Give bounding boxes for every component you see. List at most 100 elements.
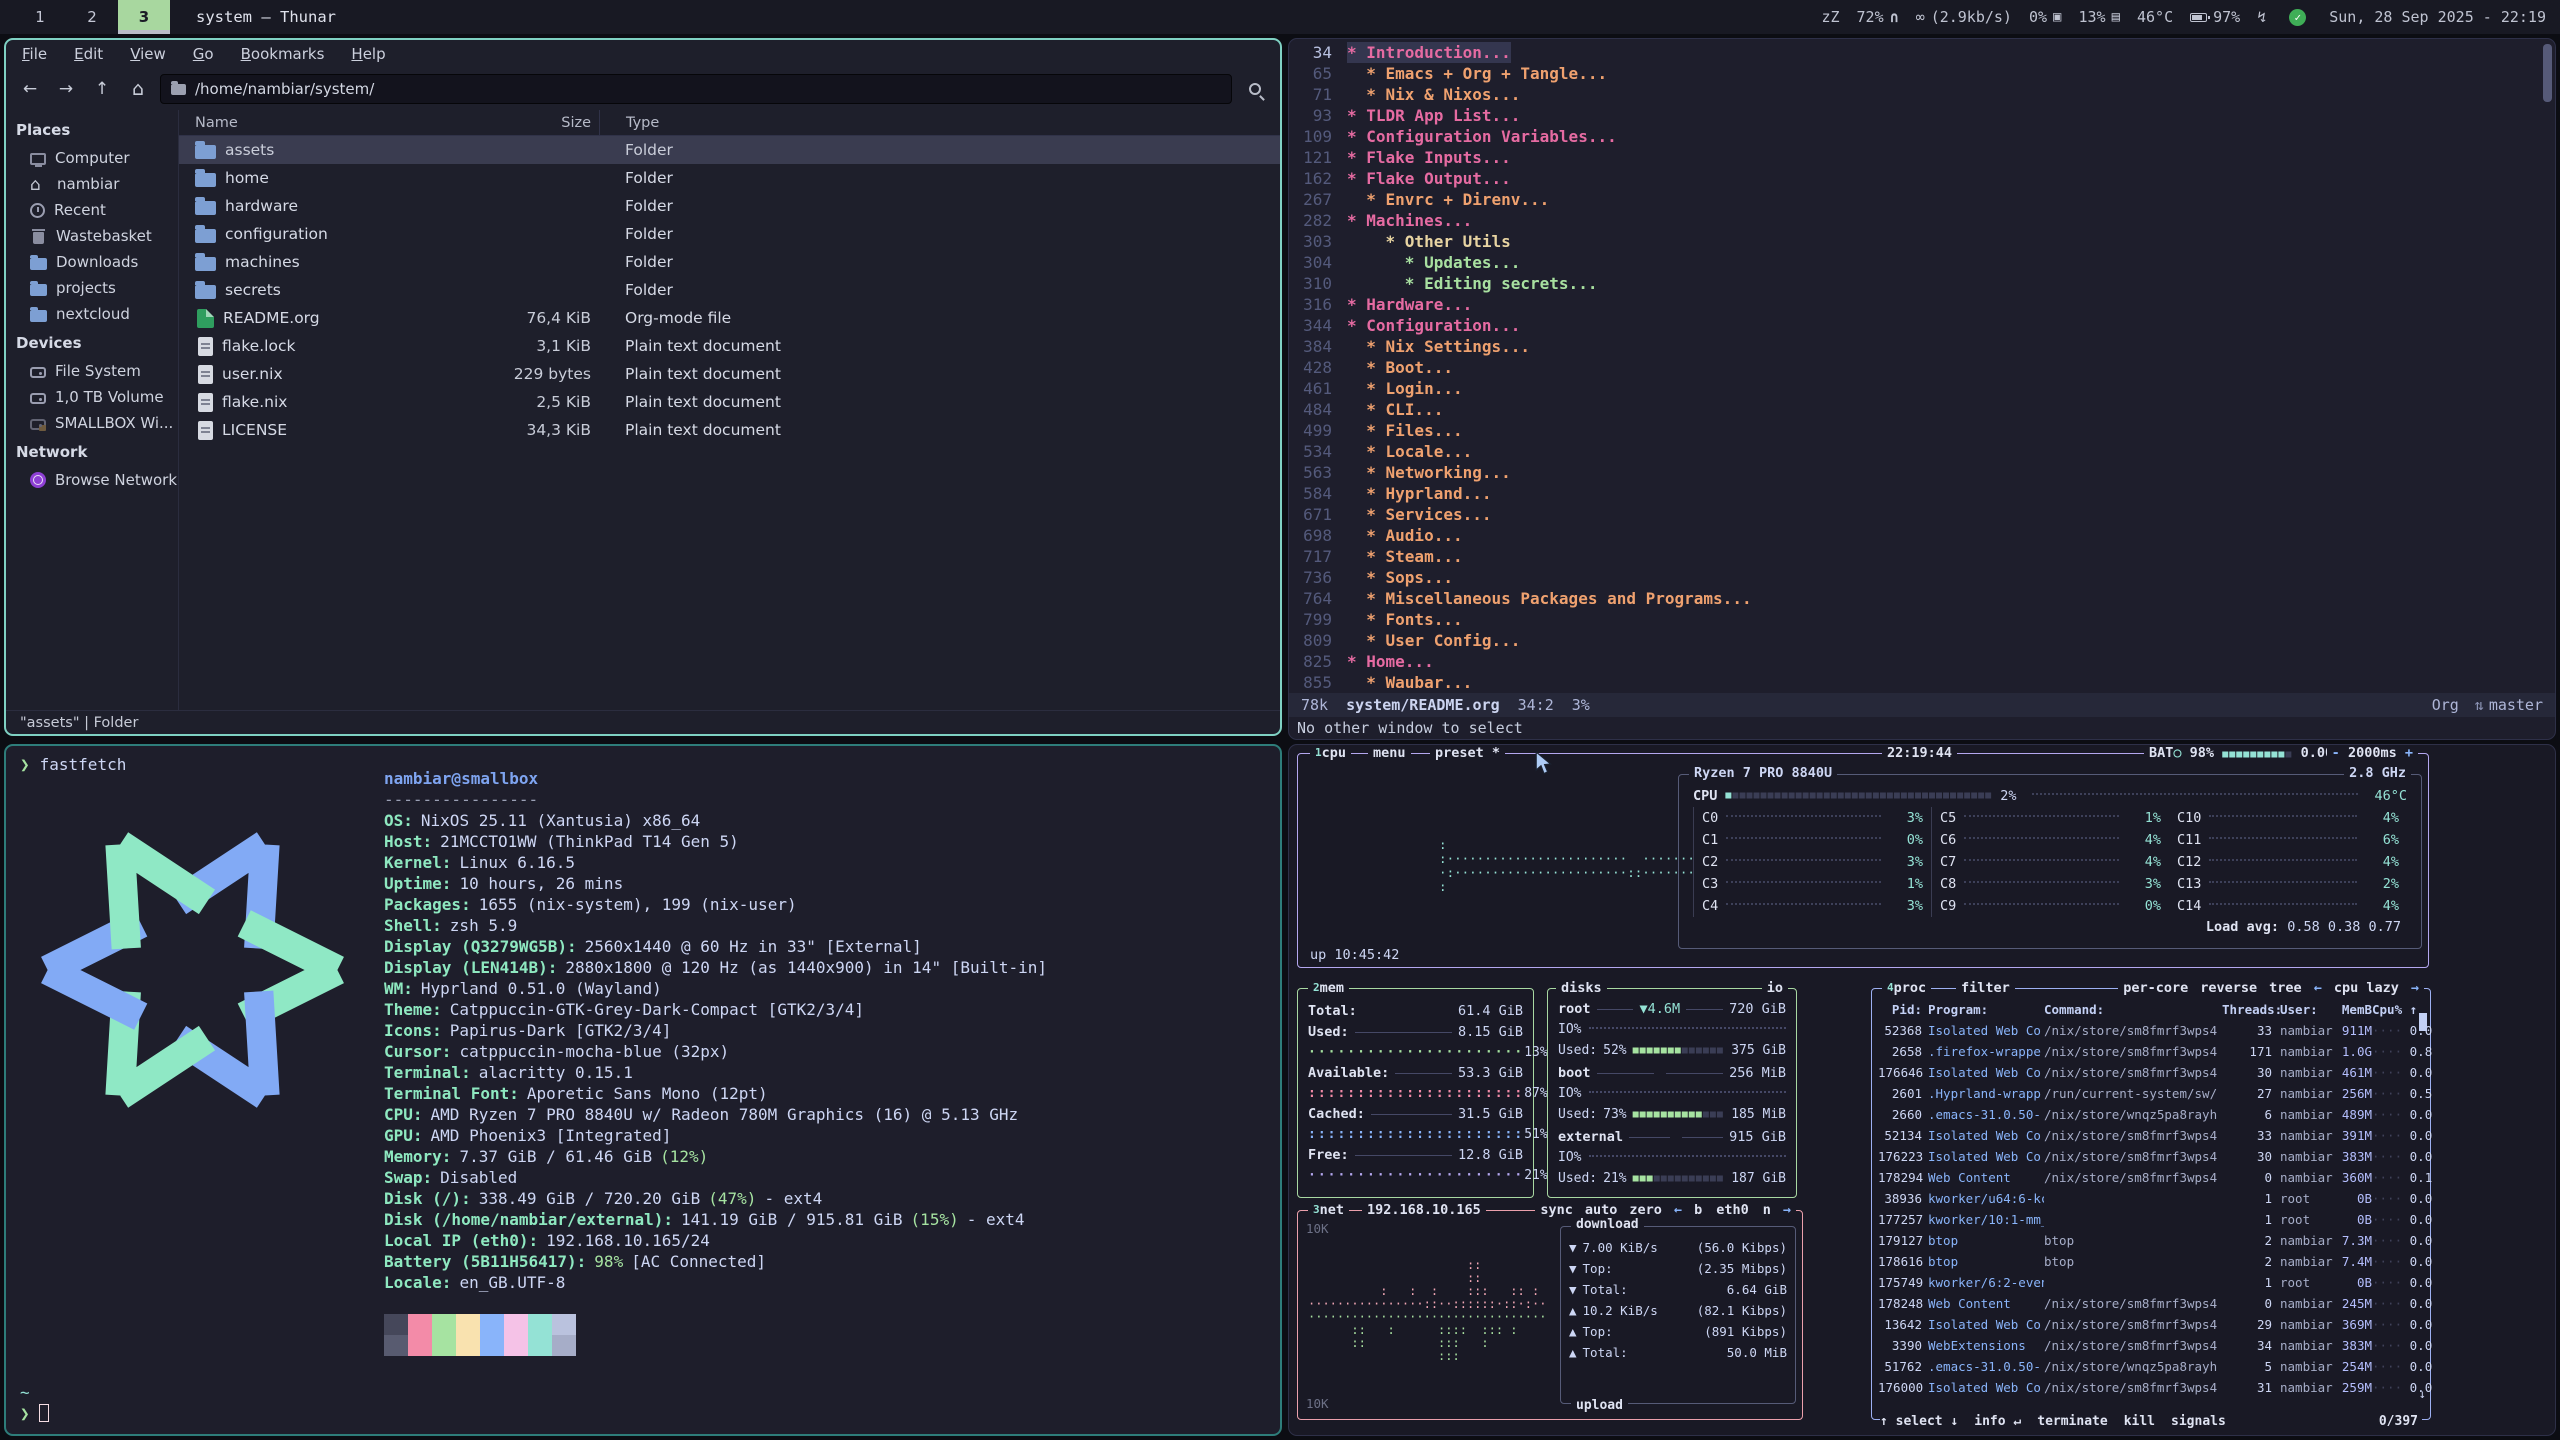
preset-button[interactable]: preset * — [1430, 744, 1505, 762]
process-row[interactable]: 2601 .Hyprland-wrapp /run/current-system… — [1878, 1083, 2424, 1104]
file-row[interactable]: assetsFolder — [179, 136, 1280, 164]
memory-label: Free: — [1308, 1145, 1349, 1166]
sort-next[interactable]: → — [2411, 979, 2419, 997]
process-row[interactable]: 52368 Isolated Web Co /nix/store/sm8fmrf… — [1878, 1020, 2424, 1041]
palette-swatch — [456, 1335, 480, 1356]
proc-mem: 0B — [2330, 1188, 2372, 1209]
nav-button[interactable] — [16, 75, 44, 103]
file-row[interactable]: flake.nix2,5 KiBPlain text document — [179, 388, 1280, 416]
sidebar-item[interactable]: File System — [6, 358, 178, 384]
footer-action[interactable]: terminate — [2037, 1414, 2107, 1429]
proc-threads: 5 — [2222, 1356, 2272, 1377]
net-panel-title[interactable]: 3net — [1308, 1201, 1349, 1219]
workspace-button[interactable]: 3 — [118, 0, 170, 34]
menu-item[interactable]: Bookmarks — [241, 45, 325, 63]
info-value: Papirus-Dark [GTK2/3/4] — [450, 1020, 672, 1041]
line-number: 282 — [1289, 210, 1347, 231]
column-type[interactable]: Type — [599, 110, 1280, 135]
process-row[interactable]: 3390 WebExtensions /nix/store/sm8fmrf3wp… — [1878, 1335, 2424, 1356]
process-row[interactable]: 178294 Web Content /nix/store/sm8fmrf3wp… — [1878, 1167, 2424, 1188]
search-button[interactable] — [1240, 74, 1270, 104]
footer-action[interactable]: signals — [2171, 1414, 2226, 1429]
workspace-button[interactable]: 2 — [66, 0, 118, 34]
nav-button[interactable] — [52, 75, 80, 103]
mem-panel-title[interactable]: 2mem — [1308, 979, 1349, 997]
proc-scrollbar-thumb[interactable] — [2419, 1013, 2427, 1031]
process-row[interactable]: 2658 .firefox-wrappe /nix/store/sm8fmrf3… — [1878, 1041, 2424, 1062]
footer-action[interactable]: kill — [2124, 1414, 2155, 1429]
nav-button[interactable] — [88, 75, 116, 103]
info-label: Icons: — [384, 1020, 442, 1041]
terminal-window[interactable]: ❯fastfetch nambiar@smallbox ------------… — [4, 744, 1282, 1436]
proc-command: btop — [2044, 1251, 2222, 1272]
org-buffer[interactable]: 34* Introduction...65 * Emacs + Org + Ta… — [1289, 39, 2555, 693]
info-row: Icons: Papirus-Dark [GTK2/3/4] — [384, 1020, 1047, 1041]
major-mode[interactable]: Org — [2432, 696, 2459, 714]
file-row[interactable]: user.nix229 bytesPlain text document — [179, 360, 1280, 388]
mode-line: 78k system/README.org 34:2 3% Orgmaster — [1289, 693, 2555, 717]
column-name[interactable]: Name — [195, 115, 238, 131]
sidebar-item[interactable]: Browse Network — [6, 467, 178, 493]
process-row[interactable]: 178616 btop btop 2 nambiar 7.4M 0.0 — [1878, 1251, 2424, 1272]
process-row[interactable]: 177257 kworker/10:1-mm_ 1 root 0B 0.0 — [1878, 1209, 2424, 1230]
sidebar-item[interactable]: Recent — [6, 197, 178, 223]
sidebar-item[interactable]: SMALLBOX Wi... — [6, 410, 178, 436]
workspace-label: 1 — [35, 8, 45, 26]
sort-prev[interactable]: ← — [2314, 979, 2322, 997]
file-row[interactable]: README.org76,4 KiBOrg-mode file — [179, 304, 1280, 332]
process-row[interactable]: 52134 Isolated Web Co /nix/store/sm8fmrf… — [1878, 1125, 2424, 1146]
process-row[interactable]: 176223 Isolated Web Co /nix/store/sm8fmr… — [1878, 1146, 2424, 1167]
process-row[interactable]: 51762 .emacs-31.0.50- /nix/store/wnqz5pa… — [1878, 1356, 2424, 1377]
menu-item[interactable]: View — [130, 45, 166, 63]
process-row[interactable]: 176646 Isolated Web Co /nix/store/sm8fmr… — [1878, 1062, 2424, 1083]
file-row[interactable]: flake.lock3,1 KiBPlain text document — [179, 332, 1280, 360]
sidebar-item[interactable]: nextcloud — [6, 301, 178, 327]
footer-action[interactable]: ↑ select ↓ — [1880, 1414, 1958, 1429]
file-row[interactable]: secretsFolder — [179, 276, 1280, 304]
refresh-interval[interactable]: - 2000ms + — [2327, 744, 2418, 762]
file-row[interactable]: homeFolder — [179, 164, 1280, 192]
column-size[interactable]: Size — [561, 115, 591, 131]
process-row[interactable]: 175749 kworker/6:2-even 1 root 0B 0.0 — [1878, 1272, 2424, 1293]
process-row[interactable]: 179127 btop btop 2 nambiar 7.3M 0.0 — [1878, 1230, 2424, 1251]
process-row[interactable]: 38936 kworker/u64:6-kc 1 root 0B 0.0 — [1878, 1188, 2424, 1209]
menu-item[interactable]: File — [22, 45, 47, 63]
menu-item[interactable]: Go — [193, 45, 214, 63]
menu-item[interactable]: Edit — [74, 45, 103, 63]
disks-panel-title[interactable]: disks — [1556, 979, 1607, 997]
path-bar[interactable]: /home/nambiar/system/ — [160, 74, 1232, 104]
menu-button[interactable]: menu — [1368, 744, 1411, 762]
file-row[interactable]: LICENSE34,3 KiBPlain text document — [179, 416, 1280, 444]
file-row[interactable]: configurationFolder — [179, 220, 1280, 248]
proc-panel-title[interactable]: 4proc — [1882, 979, 1931, 997]
core-row: C116% — [2169, 829, 2407, 851]
menu-item[interactable]: Help — [351, 45, 385, 63]
footer-action[interactable]: info ↵ — [1974, 1414, 2021, 1429]
sidebar-item[interactable]: Computer — [6, 145, 178, 171]
sidebar-item[interactable]: 1,0 TB Volume — [6, 384, 178, 410]
sidebar-item[interactable]: projects — [6, 275, 178, 301]
net-control-button[interactable]: sync — [1540, 1201, 1573, 1219]
sidebar-item-label: Downloads — [56, 253, 138, 271]
nav-button[interactable] — [124, 75, 152, 103]
proc-option-button[interactable]: per-core — [2123, 979, 2188, 997]
cpu-panel-title[interactable]: 1cpu — [1310, 744, 1351, 762]
proc-command — [2044, 1188, 2222, 1209]
file-row[interactable]: hardwareFolder — [179, 192, 1280, 220]
filter-button[interactable]: filter — [1956, 979, 2015, 997]
process-row[interactable]: 13642 Isolated Web Co /nix/store/sm8fmrf… — [1878, 1314, 2424, 1335]
process-row[interactable]: 176000 Isolated Web Co /nix/store/sm8fmr… — [1878, 1377, 2424, 1398]
sidebar-item[interactable]: Wastebasket — [6, 223, 178, 249]
scrollbar-thumb[interactable] — [2543, 44, 2552, 102]
file-row[interactable]: machinesFolder — [179, 248, 1280, 276]
process-row[interactable]: 2660 .emacs-31.0.50- /nix/store/wnqz5pa8… — [1878, 1104, 2424, 1125]
workspace-button[interactable]: 1 — [14, 0, 66, 34]
sidebar-item[interactable]: Downloads — [6, 249, 178, 275]
proc-option-button[interactable]: reverse — [2200, 979, 2257, 997]
iface-next-key[interactable]: → — [1783, 1201, 1791, 1219]
io-toggle[interactable]: io — [1762, 979, 1788, 997]
proc-option-button[interactable]: tree — [2269, 979, 2302, 997]
sidebar-item[interactable]: nambiar — [6, 171, 178, 197]
process-row[interactable]: 178248 Web Content /nix/store/sm8fmrf3wp… — [1878, 1293, 2424, 1314]
iface-prev-key[interactable]: ← — [1674, 1201, 1682, 1219]
